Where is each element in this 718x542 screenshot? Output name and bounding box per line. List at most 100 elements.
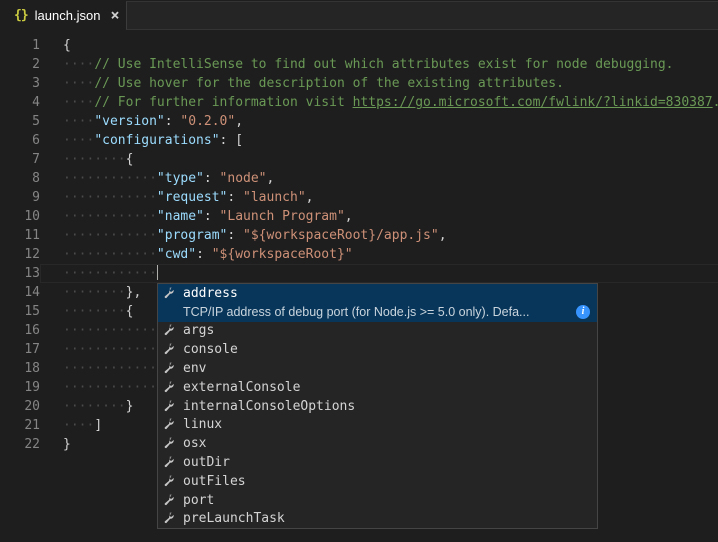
property-wrench-icon: [162, 473, 178, 489]
line-number: 4: [0, 93, 40, 112]
code-line-1[interactable]: 1{: [0, 36, 718, 55]
suggestion-item-env[interactable]: env: [158, 359, 597, 378]
tab-bar: {} launch.json ×: [0, 0, 718, 30]
suggestion-label: env: [183, 361, 206, 376]
token-punct: :: [204, 209, 220, 224]
line-content: ············"type": "node",: [40, 169, 718, 188]
line-number: 10: [0, 207, 40, 226]
property-wrench-icon: [162, 361, 178, 377]
code-line-4[interactable]: 4····// For further information visit ht…: [0, 93, 718, 112]
line-content: ····// For further information visit htt…: [40, 93, 718, 112]
suggestion-item-osx[interactable]: osx: [158, 434, 597, 453]
line-number: 19: [0, 378, 40, 397]
suggestion-description-row: TCP/IP address of debug port (for Node.j…: [158, 303, 597, 322]
suggestion-label: address: [183, 286, 238, 301]
token-punct: ,: [439, 228, 447, 243]
line-number: 15: [0, 302, 40, 321]
token-key: "version": [94, 114, 164, 129]
token-punct: :: [165, 114, 181, 129]
line-content: ········{: [40, 150, 718, 169]
info-icon[interactable]: i: [576, 305, 590, 319]
token-punct: :: [227, 190, 243, 205]
token-str: "launch": [243, 190, 306, 205]
suggestion-item-outDir[interactable]: outDir: [158, 453, 597, 472]
tab-launch-json[interactable]: {} launch.json ×: [0, 0, 126, 30]
token-punct: : [: [220, 133, 243, 148]
token-ws: ····: [63, 95, 94, 110]
token-ws: ········: [63, 152, 126, 167]
suggestion-item-internalConsoleOptions[interactable]: internalConsoleOptions: [158, 397, 597, 416]
code-line-5[interactable]: 5····"version": "0.2.0",: [0, 112, 718, 131]
token-ws: ········: [63, 304, 126, 319]
token-ws: ····: [63, 76, 94, 91]
code-line-8[interactable]: 8············"type": "node",: [0, 169, 718, 188]
property-wrench-icon: [162, 417, 178, 433]
line-content: ············"cwd": "${workspaceRoot}": [40, 245, 718, 264]
token-punct: }: [126, 399, 134, 414]
close-tab-icon[interactable]: ×: [110, 8, 119, 23]
token-punct: {: [63, 38, 71, 53]
code-line-11[interactable]: 11············"program": "${workspaceRoo…: [0, 226, 718, 245]
suggestion-item-outFiles[interactable]: outFiles: [158, 472, 597, 491]
suggestion-label: port: [183, 493, 214, 508]
token-punct: },: [126, 285, 142, 300]
property-wrench-icon: [162, 285, 178, 301]
suggestion-item-args[interactable]: args: [158, 322, 597, 341]
token-key: "type": [157, 171, 204, 186]
suggestion-label: args: [183, 323, 214, 338]
suggestion-label: console: [183, 342, 238, 357]
token-punct: }: [63, 437, 71, 452]
suggestion-item-console[interactable]: console: [158, 340, 597, 359]
suggestion-item-address[interactable]: address: [158, 284, 597, 303]
suggestion-item-preLaunchTask[interactable]: preLaunchTask: [158, 510, 597, 529]
line-number: 13: [0, 264, 40, 283]
json-file-icon: {}: [14, 8, 28, 23]
line-number: 1: [0, 36, 40, 55]
code-line-2[interactable]: 2····// Use IntelliSense to find out whi…: [0, 55, 718, 74]
token-punct: {: [126, 304, 134, 319]
token-ws: ············: [63, 266, 157, 281]
suggestion-label: internalConsoleOptions: [183, 399, 355, 414]
code-line-7[interactable]: 7········{: [0, 150, 718, 169]
suggestion-label: outFiles: [183, 474, 246, 489]
suggestion-item-linux[interactable]: linux: [158, 416, 597, 435]
line-number: 2: [0, 55, 40, 74]
code-line-10[interactable]: 10············"name": "Launch Program",: [0, 207, 718, 226]
token-punct: ,: [345, 209, 353, 224]
line-number: 21: [0, 416, 40, 435]
property-wrench-icon: [162, 323, 178, 339]
code-line-6[interactable]: 6····"configurations": [: [0, 131, 718, 150]
token-ws: ············: [63, 380, 157, 395]
token-punct: {: [126, 152, 134, 167]
token-ws: ············: [63, 171, 157, 186]
line-number: 3: [0, 74, 40, 93]
suggestion-label: linux: [183, 417, 222, 432]
token-ws: ····: [63, 57, 94, 72]
vscode-window: {} launch.json × 1{2····// Use IntelliSe…: [0, 0, 718, 542]
code-line-3[interactable]: 3····// Use hover for the description of…: [0, 74, 718, 93]
suggestion-item-port[interactable]: port: [158, 491, 597, 510]
property-wrench-icon: [162, 379, 178, 395]
line-content: ············"request": "launch",: [40, 188, 718, 207]
code-line-13[interactable]: 13 ············: [0, 264, 718, 283]
property-wrench-icon: [162, 398, 178, 414]
property-wrench-icon: [162, 342, 178, 358]
token-ws: ············: [63, 361, 157, 376]
line-content: ············"name": "Launch Program",: [40, 207, 718, 226]
suggestion-description: TCP/IP address of debug port (for Node.j…: [183, 305, 568, 319]
token-punct: ]: [94, 418, 102, 433]
line-number: 17: [0, 340, 40, 359]
suggestion-item-externalConsole[interactable]: externalConsole: [158, 378, 597, 397]
token-ws: ····: [63, 418, 94, 433]
token-punct: ,: [306, 190, 314, 205]
token-str: "${workspaceRoot}": [212, 247, 353, 262]
code-line-12[interactable]: 12············"cwd": "${workspaceRoot}": [0, 245, 718, 264]
token-comment: // For further information visit: [94, 95, 352, 110]
token-ws: ············: [63, 209, 157, 224]
line-content: ····// Use hover for the description of …: [40, 74, 718, 93]
code-line-9[interactable]: 9············"request": "launch",: [0, 188, 718, 207]
line-number: 9: [0, 188, 40, 207]
line-content: ············"program": "${workspaceRoot}…: [40, 226, 718, 245]
tab-title: launch.json: [35, 8, 101, 23]
line-number: 14: [0, 283, 40, 302]
